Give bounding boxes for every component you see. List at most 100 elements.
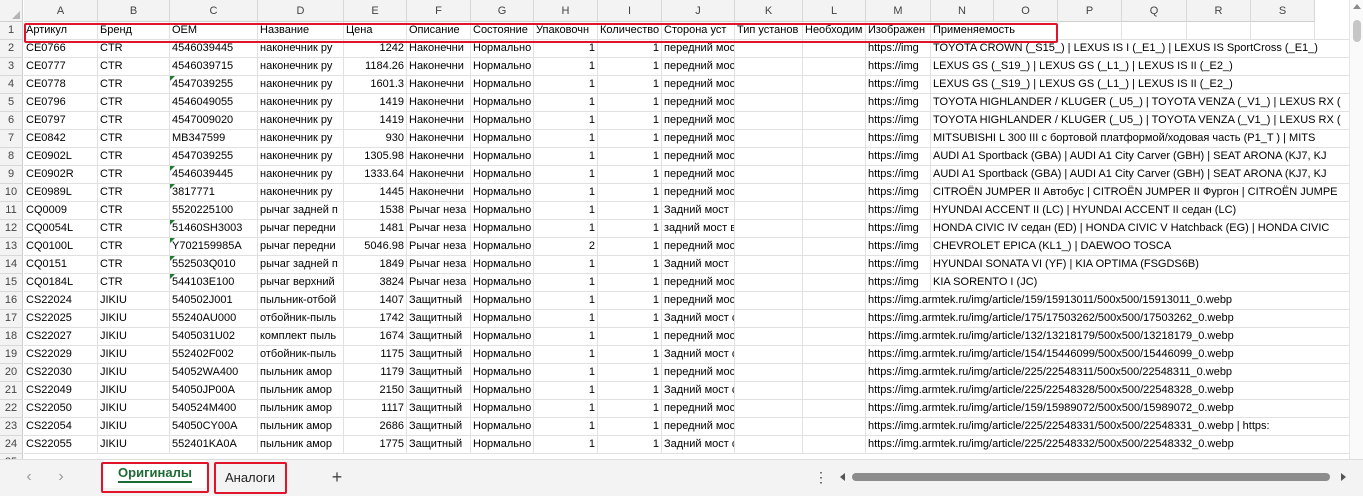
table-cell[interactable]: 1 xyxy=(598,292,662,310)
table-cell[interactable]: 1 xyxy=(598,148,662,166)
table-cell[interactable]: https://img xyxy=(866,166,931,184)
table-cell[interactable]: 2686 xyxy=(344,418,407,436)
table-cell[interactable]: 2150 xyxy=(344,382,407,400)
table-cell[interactable]: CE0989L xyxy=(24,184,98,202)
table-cell[interactable]: https://img xyxy=(866,184,931,202)
table-cell[interactable]: 1 xyxy=(598,220,662,238)
table-cell[interactable]: 1 xyxy=(598,310,662,328)
table-cell[interactable]: передний мост слева xyxy=(662,400,735,418)
table-cell[interactable]: Наконечни xyxy=(407,94,471,112)
table-cell[interactable]: MITSUBISHI L 300 III с бортовой платформ… xyxy=(931,130,1349,148)
table-cell[interactable]: Нормально xyxy=(471,184,534,202)
horizontal-scrollbar[interactable] xyxy=(838,470,1348,484)
table-cell[interactable]: наконечник ру xyxy=(258,40,344,58)
table-cell[interactable]: 540524M400 xyxy=(170,400,258,418)
table-cell[interactable] xyxy=(803,112,866,130)
table-cell[interactable]: CS22027 xyxy=(24,328,98,346)
table-cell[interactable] xyxy=(735,238,803,256)
table-cell[interactable]: 4546039715 xyxy=(170,58,258,76)
table-cell[interactable]: передний мост слева xyxy=(662,274,735,292)
table-cell[interactable]: 1 xyxy=(534,310,598,328)
table-cell[interactable]: Наконечни xyxy=(407,40,471,58)
table-cell[interactable]: рычаг задней п xyxy=(258,202,344,220)
table-cell[interactable]: Рычаг неза xyxy=(407,238,471,256)
table-cell[interactable]: 1 xyxy=(534,112,598,130)
table-cell[interactable]: CE0797 xyxy=(24,112,98,130)
empty-cell[interactable] xyxy=(1122,22,1187,40)
column-header-m[interactable]: M xyxy=(866,0,931,22)
table-cell[interactable]: 4547039255 xyxy=(170,76,258,94)
table-cell[interactable]: TOYOTA HIGHLANDER / KLUGER (_U5_) | TOYO… xyxy=(931,112,1349,130)
table-cell[interactable]: передний мост слева xyxy=(662,292,735,310)
header-cell[interactable]: Сторона уст xyxy=(662,22,735,40)
table-cell[interactable]: 1 xyxy=(598,238,662,256)
table-cell[interactable]: CQ0054L xyxy=(24,220,98,238)
table-cell[interactable] xyxy=(803,184,866,202)
table-cell[interactable]: 1 xyxy=(598,364,662,382)
table-cell[interactable]: Нормально xyxy=(471,166,534,184)
table-cell[interactable]: 4546039445 xyxy=(170,40,258,58)
table-cell[interactable] xyxy=(803,202,866,220)
table-cell[interactable]: наконечник ру xyxy=(258,184,344,202)
table-cell[interactable] xyxy=(803,274,866,292)
table-cell[interactable]: 1305.98 xyxy=(344,148,407,166)
table-cell[interactable]: 1601.3 xyxy=(344,76,407,94)
table-cell[interactable]: 4546039445 xyxy=(170,166,258,184)
table-cell[interactable]: https://img.armtek.ru/img/article/159/15… xyxy=(866,400,1349,418)
row-header[interactable]: 12 xyxy=(0,220,23,238)
column-header-a[interactable]: A xyxy=(24,0,98,22)
row-header[interactable]: 10 xyxy=(0,184,23,202)
table-cell[interactable]: JIKIU xyxy=(98,436,170,454)
table-cell[interactable]: 1419 xyxy=(344,112,407,130)
table-cell[interactable]: CTR xyxy=(98,130,170,148)
table-cell[interactable]: CTR xyxy=(98,256,170,274)
table-cell[interactable]: 1 xyxy=(534,346,598,364)
table-cell[interactable]: Рычаг неза xyxy=(407,202,471,220)
table-cell[interactable]: 1 xyxy=(534,292,598,310)
table-cell[interactable]: LEXUS GS (_S19_) | LEXUS GS (_L1_) | LEX… xyxy=(931,76,1349,94)
row-header[interactable]: 19 xyxy=(0,346,23,364)
table-cell[interactable]: Защитный xyxy=(407,364,471,382)
table-cell[interactable]: https://img xyxy=(866,40,931,58)
table-cell[interactable]: передний мост слева xyxy=(662,112,735,130)
table-cell[interactable]: 1 xyxy=(534,130,598,148)
row-header[interactable]: 11 xyxy=(0,202,23,220)
table-cell[interactable]: 5520225100 xyxy=(170,202,258,220)
table-cell[interactable]: https://img xyxy=(866,94,931,112)
table-cell[interactable]: 1 xyxy=(598,400,662,418)
table-cell[interactable]: HONDA CIVIC IV седан (ED) | HONDA CIVIC … xyxy=(931,220,1349,238)
vertical-scroll-thumb[interactable] xyxy=(1353,20,1361,42)
table-cell[interactable]: Задний мост xyxy=(662,202,735,220)
table-cell[interactable] xyxy=(803,148,866,166)
column-header-j[interactable]: J xyxy=(662,0,735,22)
header-cell[interactable]: Название xyxy=(258,22,344,40)
table-cell[interactable] xyxy=(735,112,803,130)
row-header[interactable]: 5 xyxy=(0,94,23,112)
table-cell[interactable]: https://img.armtek.ru/img/article/225/22… xyxy=(866,418,1349,436)
column-header-o[interactable]: O xyxy=(994,0,1058,22)
row-header[interactable]: 3 xyxy=(0,58,23,76)
table-cell[interactable]: Задний мост слева xyxy=(662,436,735,454)
table-cell[interactable]: 1 xyxy=(598,382,662,400)
table-cell[interactable]: 1 xyxy=(534,184,598,202)
table-cell[interactable]: 1333.64 xyxy=(344,166,407,184)
table-cell[interactable]: CITROËN JUMPER II Автобус | CITROËN JUMP… xyxy=(931,184,1349,202)
table-cell[interactable]: https://img xyxy=(866,202,931,220)
table-cell[interactable]: 1 xyxy=(598,184,662,202)
header-cell[interactable]: Бренд xyxy=(98,22,170,40)
table-cell[interactable]: 2 xyxy=(534,238,598,256)
table-cell[interactable]: CTR xyxy=(98,94,170,112)
table-cell[interactable]: CTR xyxy=(98,112,170,130)
table-cell[interactable]: 1 xyxy=(598,76,662,94)
table-cell[interactable]: CE0777 xyxy=(24,58,98,76)
scroll-left-arrow-icon[interactable] xyxy=(840,473,845,481)
vertical-scrollbar[interactable] xyxy=(1349,0,1363,459)
table-cell[interactable]: передний мост слева xyxy=(662,76,735,94)
table-cell[interactable]: LEXUS GS (_S19_) | LEXUS GS (_L1_) | LEX… xyxy=(931,58,1349,76)
table-cell[interactable]: 1407 xyxy=(344,292,407,310)
table-cell[interactable]: Защитный xyxy=(407,346,471,364)
table-cell[interactable]: 1 xyxy=(534,364,598,382)
table-cell[interactable]: CTR xyxy=(98,40,170,58)
table-cell[interactable]: Наконечни xyxy=(407,58,471,76)
table-cell[interactable]: Нормально xyxy=(471,94,534,112)
